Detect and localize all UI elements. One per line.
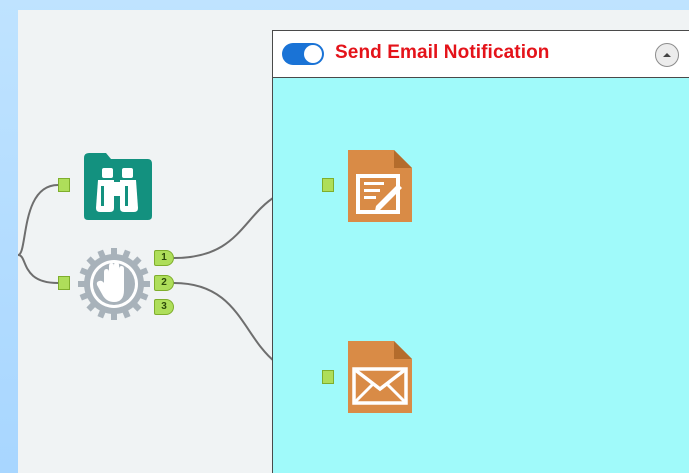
stop-hand-icon — [78, 248, 150, 320]
test-output-anchor-2[interactable]: 2 — [154, 275, 174, 291]
toggle-knob — [304, 45, 322, 63]
test-tool[interactable] — [77, 247, 151, 326]
test-output-anchor-3[interactable]: 3 — [154, 299, 174, 315]
email-tool[interactable] — [346, 339, 414, 420]
container-enable-toggle[interactable] — [282, 43, 324, 65]
wire-input-to-test — [17, 254, 59, 284]
test-output-anchor-1[interactable]: 1 — [154, 250, 174, 266]
collapse-button[interactable] — [655, 43, 679, 67]
tool-container[interactable]: Send Email Notification — [272, 30, 689, 473]
container-title: Send Email Notification — [335, 42, 550, 63]
wire-input-to-browse — [17, 184, 59, 256]
report-text-tool[interactable] — [346, 148, 414, 229]
browse-input-anchor[interactable] — [58, 178, 70, 192]
chevron-up-icon — [663, 53, 671, 57]
test-input-anchor[interactable] — [58, 276, 70, 290]
document-edit-icon — [348, 150, 412, 222]
email-input-anchor[interactable] — [322, 370, 334, 384]
browse-tool[interactable] — [80, 150, 154, 227]
report-text-input-anchor[interactable] — [322, 178, 334, 192]
binoculars-icon — [84, 153, 152, 220]
container-header: Send Email Notification — [273, 31, 689, 78]
envelope-icon — [348, 341, 412, 413]
